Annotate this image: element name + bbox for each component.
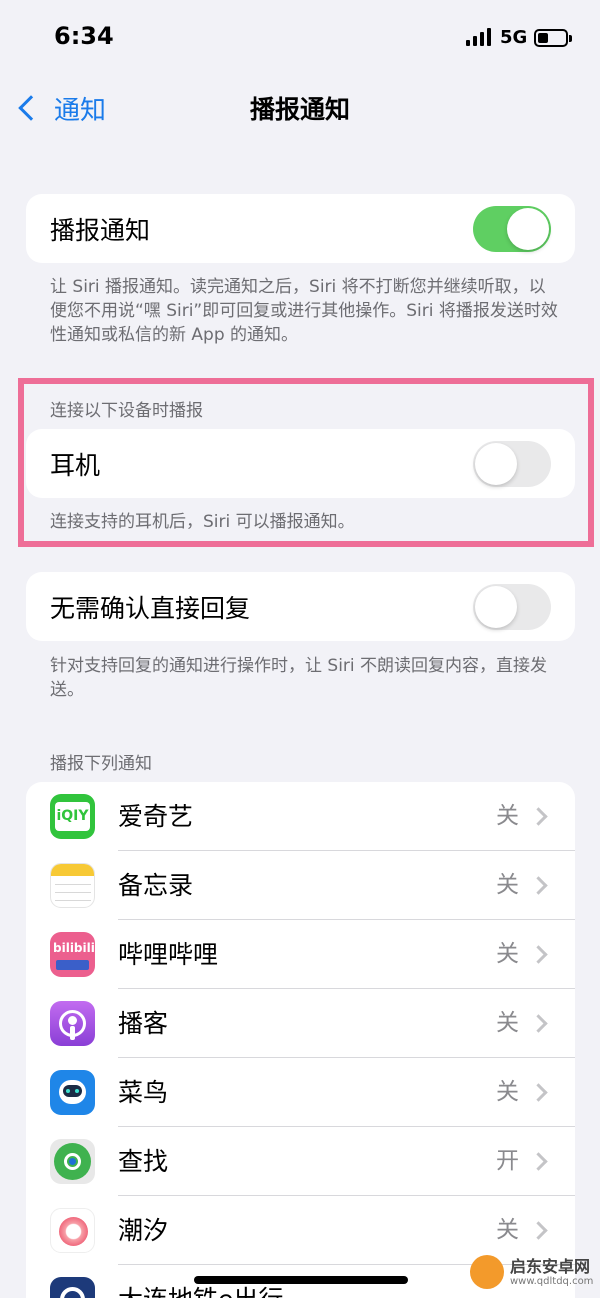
announce-group: 播报通知	[26, 194, 575, 263]
metro-icon	[50, 1277, 95, 1298]
chevron-right-icon	[529, 945, 548, 964]
status-bar: 6:34 5G	[0, 0, 600, 80]
watermark-url: www.qdltdq.com	[510, 1275, 594, 1287]
app-name: 菜鸟	[118, 1078, 169, 1107]
podcasts-icon	[50, 1001, 95, 1046]
app-row-bilibili[interactable]: bilibili 哔哩哔哩 关	[26, 920, 575, 989]
navigation-bar: 通知 播报通知	[0, 80, 600, 136]
reply-group: 无需确认直接回复	[26, 572, 575, 641]
devices-group: 耳机	[26, 429, 575, 498]
app-status: 关	[496, 941, 519, 967]
status-time: 6:34	[54, 22, 114, 50]
notes-icon	[50, 863, 95, 908]
app-row-notes[interactable]: 备忘录 关	[26, 851, 575, 920]
app-name: 哔哩哔哩	[118, 940, 219, 969]
app-name: 查找	[118, 1147, 169, 1176]
chevron-right-icon	[529, 1083, 548, 1102]
devices-header: 连接以下设备时播报	[50, 401, 203, 421]
apps-list: iQIY 爱奇艺 关 备忘录 关 bilibili 哔哩哔哩 关 播客 关 菜鸟…	[26, 782, 575, 1298]
app-row-podcasts[interactable]: 播客 关	[26, 989, 575, 1058]
tide-icon	[50, 1208, 95, 1253]
app-name: 爱奇艺	[118, 802, 194, 831]
chevron-right-icon	[529, 1152, 548, 1171]
home-indicator[interactable]	[194, 1276, 408, 1284]
watermark: 启东安卓网 www.qdltdq.com	[470, 1255, 593, 1289]
announce-label: 播报通知	[50, 215, 151, 245]
chevron-right-icon	[529, 1221, 548, 1240]
headphones-toggle[interactable]	[473, 441, 551, 487]
announce-footnote: 让 Siri 播报通知。读完通知之后，Siri 将不打断您并继续听取，以便您不用…	[50, 277, 558, 345]
app-row-cainiao[interactable]: 菜鸟 关	[26, 1058, 575, 1127]
app-name: 备忘录	[118, 871, 194, 900]
findmy-icon	[50, 1139, 95, 1184]
network-type: 5G	[500, 27, 528, 48]
announce-toggle[interactable]	[473, 206, 551, 252]
bilibili-icon: bilibili	[50, 932, 95, 977]
app-name: 潮汐	[118, 1216, 169, 1245]
battery-icon	[534, 29, 572, 47]
announce-row: 播报通知	[26, 194, 575, 263]
iqiyi-icon: iQIY	[50, 794, 95, 839]
reply-toggle[interactable]	[473, 584, 551, 630]
headphones-label: 耳机	[50, 450, 101, 480]
chevron-right-icon	[529, 876, 548, 895]
app-name: 播客	[118, 1009, 169, 1038]
app-row-findmy[interactable]: 查找 开	[26, 1127, 575, 1196]
cainiao-icon	[50, 1070, 95, 1115]
reply-label: 无需确认直接回复	[50, 593, 251, 623]
app-status: 开	[496, 1148, 519, 1174]
watermark-logo-icon	[470, 1255, 504, 1289]
chevron-right-icon	[529, 1014, 548, 1033]
page-title: 播报通知	[249, 95, 350, 124]
app-row-iqiyi[interactable]: iQIY 爱奇艺 关	[26, 782, 575, 851]
app-status: 关	[496, 1010, 519, 1036]
apps-header: 播报下列通知	[50, 754, 152, 774]
watermark-text: 启东安卓网	[510, 1256, 591, 1276]
devices-footnote: 连接支持的耳机后，Siri 可以播报通知。	[50, 512, 355, 532]
reply-row: 无需确认直接回复	[26, 572, 575, 641]
app-status: 关	[496, 872, 519, 898]
chevron-right-icon	[529, 807, 548, 826]
cellular-signal-icon	[466, 28, 491, 46]
app-status: 关	[496, 1079, 519, 1105]
app-status: 关	[496, 803, 519, 829]
reply-footnote: 针对支持回复的通知进行操作时，让 Siri 不朗读回复内容，直接发送。	[50, 656, 548, 700]
headphones-row: 耳机	[26, 429, 575, 498]
